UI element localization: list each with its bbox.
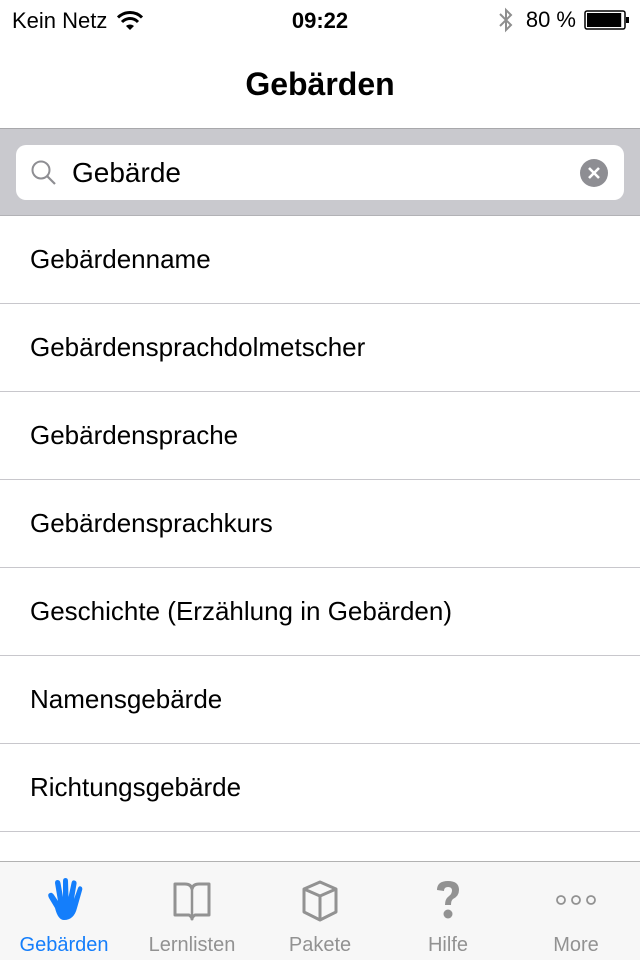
status-bar: Kein Netz 09:22 80 % (0, 0, 640, 40)
tab-lernlisten[interactable]: Lernlisten (128, 862, 256, 960)
list-item[interactable]: Gebärdenname (0, 216, 640, 304)
close-icon (588, 167, 600, 179)
search-field-container[interactable] (16, 145, 624, 200)
navigation-bar: Gebärden (0, 40, 640, 128)
list-item-partial[interactable] (0, 832, 640, 862)
list-item[interactable]: Gebärdensprache (0, 392, 640, 480)
list-item[interactable]: Gebärdensprachdolmetscher (0, 304, 640, 392)
list-item[interactable]: Namensgebärde (0, 656, 640, 744)
tab-gebaerden[interactable]: Gebärden (0, 862, 128, 960)
results-list: Gebärdenname Gebärdensprachdolmetscher G… (0, 216, 640, 862)
list-item[interactable]: Gebärdensprachkurs (0, 480, 640, 568)
list-item-label: Gebärdensprachdolmetscher (30, 332, 366, 362)
list-item[interactable]: Geschichte (Erzählung in Gebärden) (0, 568, 640, 656)
search-input[interactable] (72, 157, 572, 189)
list-item[interactable]: Richtungsgebärde (0, 744, 640, 832)
book-icon (173, 882, 211, 921)
list-item-label: Gebärdenname (30, 244, 211, 274)
tab-label: Pakete (288, 934, 352, 956)
clear-search-button[interactable] (580, 159, 608, 187)
battery-icon (584, 10, 629, 30)
tab-pakete[interactable]: Pakete (256, 862, 384, 960)
tab-more[interactable]: More (512, 862, 640, 960)
more-dots-icon (556, 895, 596, 905)
question-icon (437, 881, 459, 919)
battery-percentage: 80 % (525, 7, 576, 32)
page-title: Gebärden (245, 66, 395, 102)
search-icon (31, 160, 56, 185)
box-icon (302, 880, 338, 922)
bluetooth-icon (499, 7, 513, 33)
list-item-label: Gebärdensprachkurs (30, 508, 273, 538)
list-item-label: Namensgebärde (30, 684, 223, 714)
list-item-label: Richtungsgebärde (30, 772, 242, 802)
tab-hilfe[interactable]: Hilfe (384, 862, 512, 960)
tab-label: Hilfe (427, 934, 468, 956)
tab-label: More (553, 934, 599, 956)
status-right: 80 % (498, 7, 630, 33)
list-item-label: Geschichte (Erzählung in Gebärden) (30, 596, 453, 626)
search-bar (0, 128, 640, 216)
list-item-label: Gebärdensprache (30, 420, 239, 450)
hand-icon (48, 878, 83, 920)
tab-label: Gebärden (19, 934, 109, 956)
tab-bar: Gebärden Lernlisten Pakete Hilfe More (0, 861, 640, 960)
tab-label: Lernlisten (148, 934, 236, 956)
